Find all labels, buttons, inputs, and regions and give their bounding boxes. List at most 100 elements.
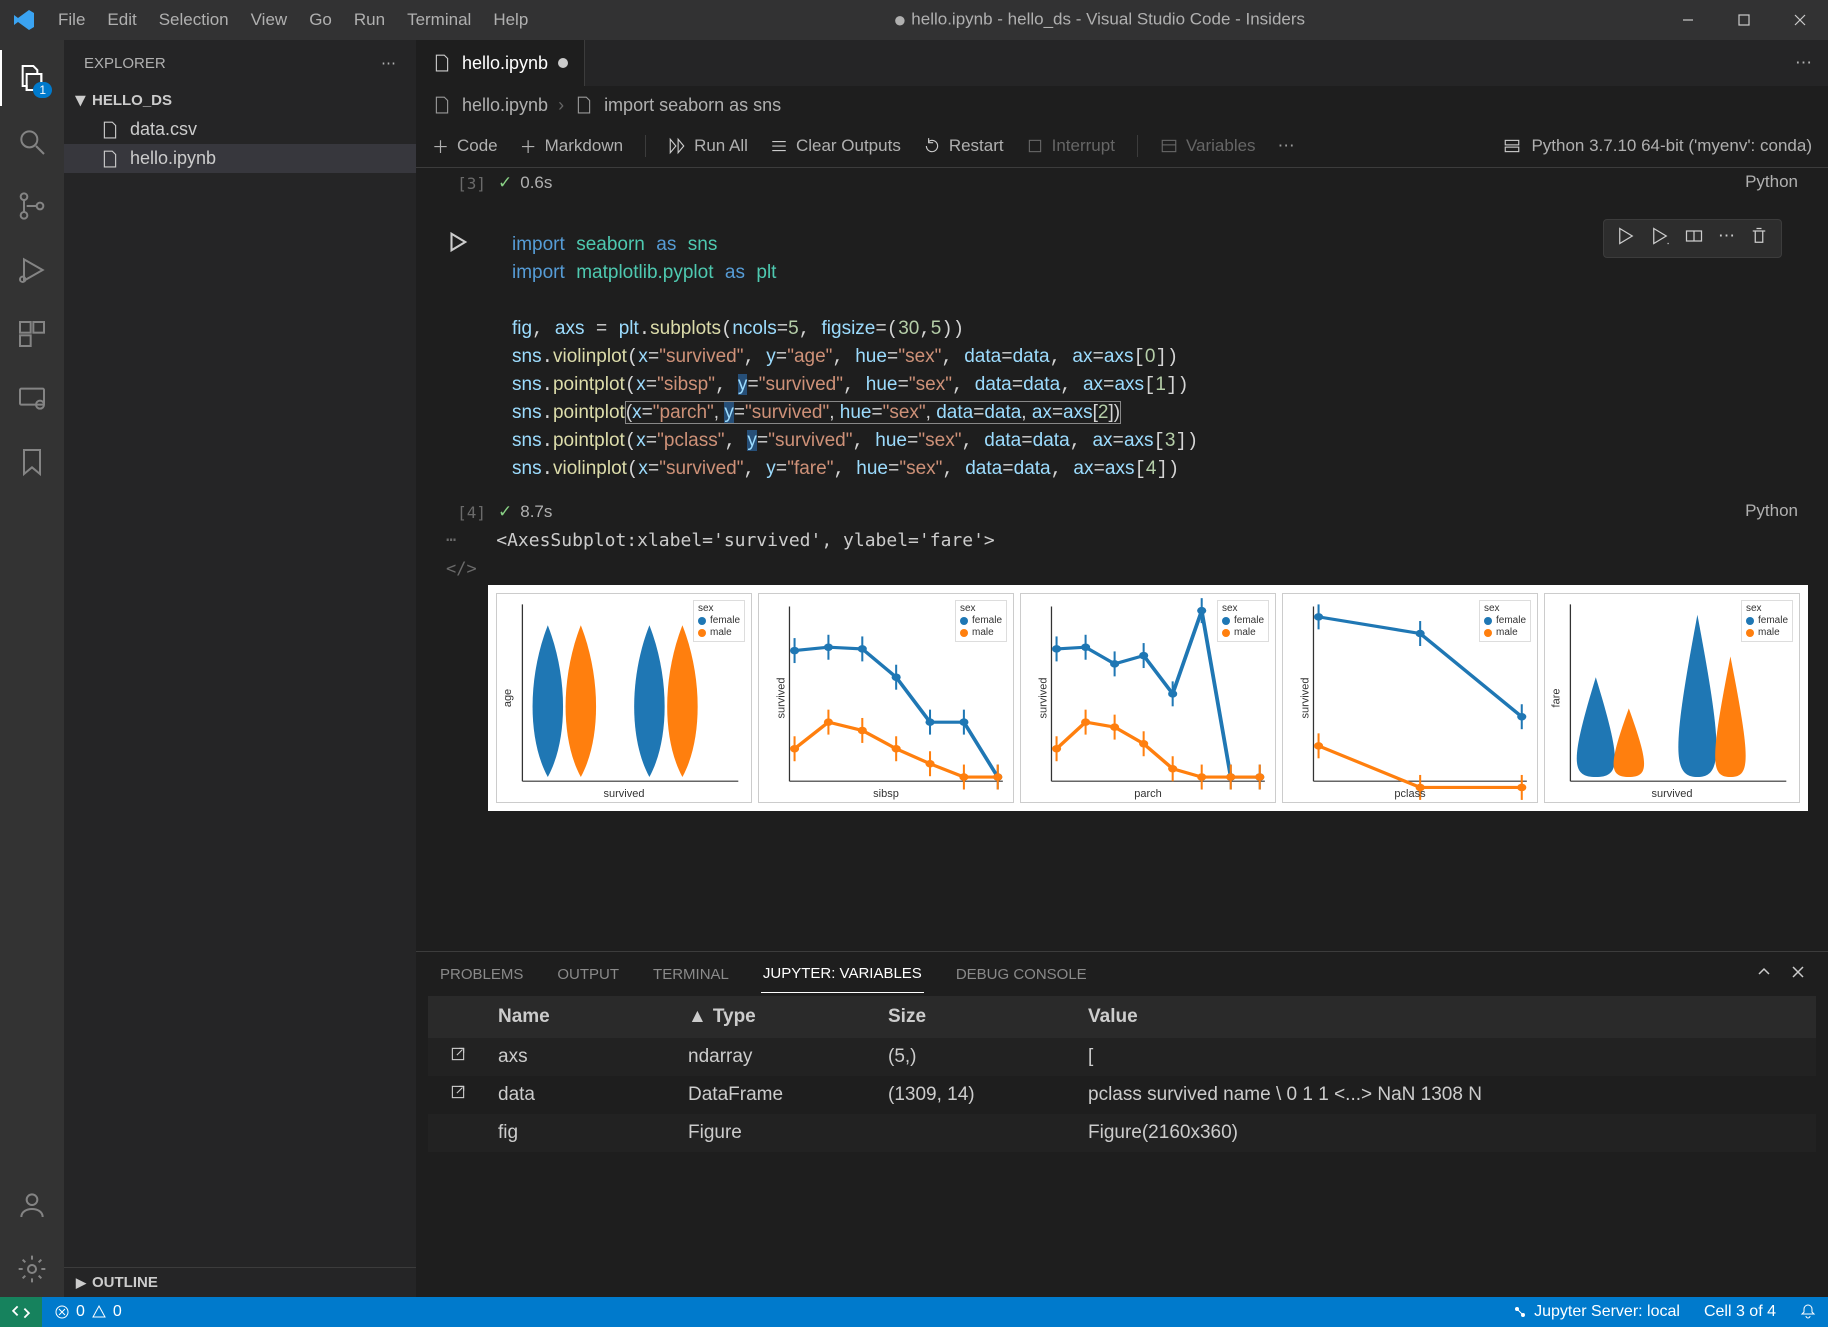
editor-tabs: hello.ipynb ⋯	[416, 40, 1828, 86]
maximize-button[interactable]	[1716, 0, 1772, 40]
activity-settings[interactable]	[0, 1241, 64, 1297]
add-code-button[interactable]: ＋Code	[432, 133, 498, 158]
panel-tab-debug-console[interactable]: DEBUG CONSOLE	[954, 956, 1089, 993]
vscode-logo-icon	[12, 8, 36, 32]
cell-language[interactable]: Python	[1745, 501, 1808, 522]
breadcrumbs[interactable]: hello.ipynb › import seaborn as sns	[416, 86, 1828, 124]
remote-button[interactable]	[0, 1297, 42, 1327]
clear-outputs-button[interactable]: Clear Outputs	[770, 136, 901, 156]
status-problems[interactable]: 0 0	[42, 1297, 134, 1327]
cell-more-icon[interactable]: ⋯	[1718, 226, 1735, 251]
col-value[interactable]: Value	[1078, 1006, 1816, 1028]
variables-table: Name ▲Type Size Value axsndarray(5,)[dat…	[416, 996, 1828, 1152]
restart-button[interactable]: Restart	[923, 136, 1004, 156]
success-icon: ✓	[498, 502, 512, 522]
toolbar-more-icon[interactable]: ⋯	[1278, 136, 1295, 156]
delete-cell-icon[interactable]	[1749, 226, 1769, 251]
run-all-icon	[668, 137, 686, 155]
sort-asc-icon: ▲	[688, 1006, 707, 1028]
server-icon	[1503, 137, 1521, 155]
variable-row[interactable]: axsndarray(5,)[	[428, 1038, 1816, 1076]
panel-tab-output[interactable]: OUTPUT	[555, 956, 621, 993]
menu-selection[interactable]: Selection	[149, 4, 239, 36]
exec-count: [3]	[432, 172, 486, 193]
title-bar: File Edit Selection View Go Run Terminal…	[0, 0, 1828, 40]
activity-search[interactable]	[0, 114, 64, 170]
run-cell-button[interactable]	[446, 231, 468, 258]
output-code-icon[interactable]: </>	[416, 559, 1828, 579]
activity-explorer[interactable]: 1	[0, 50, 64, 106]
panel-close-icon[interactable]	[1790, 964, 1806, 984]
activity-accounts[interactable]	[0, 1177, 64, 1233]
file-icon	[100, 120, 120, 140]
panel-tab-problems[interactable]: PROBLEMS	[438, 956, 525, 993]
more-icon[interactable]: ⋯	[381, 54, 396, 72]
panel-tabs: PROBLEMS OUTPUT TERMINAL JUPYTER: VARIAB…	[416, 952, 1828, 996]
menu-bar: File Edit Selection View Go Run Terminal…	[48, 4, 538, 36]
status-notifications[interactable]	[1788, 1303, 1828, 1319]
variable-row[interactable]: figFigureFigure(2160x360)	[428, 1114, 1816, 1152]
split-cell-icon[interactable]	[1684, 226, 1704, 251]
folder-root[interactable]: ▶ HELLO_DS	[64, 86, 416, 115]
file-hello-ipynb[interactable]: hello.ipynb	[64, 144, 416, 173]
menu-view[interactable]: View	[241, 4, 298, 36]
cell-status: ✓ 8.7s	[498, 501, 552, 522]
editor-area: hello.ipynb ⋯ hello.ipynb › import seabo…	[416, 40, 1828, 1297]
col-name[interactable]: Name	[488, 1006, 678, 1028]
activity-remote-explorer[interactable]	[0, 370, 64, 426]
symbol-icon	[574, 95, 594, 115]
file-icon	[432, 53, 452, 73]
minimize-button[interactable]	[1660, 0, 1716, 40]
menu-terminal[interactable]: Terminal	[397, 4, 481, 36]
breadcrumb-sep-icon: ›	[558, 95, 564, 116]
plot-output: sexfemalemale age survived sexfemalemale…	[488, 585, 1808, 811]
window-title: ● hello.ipynb - hello_ds - Visual Studio…	[538, 7, 1660, 33]
text-output: <AxesSubplot:xlabel='survived', ylabel='…	[456, 526, 995, 559]
panel-maximize-icon[interactable]	[1756, 964, 1772, 984]
interrupt-icon	[1026, 137, 1044, 155]
cell-toolbar: ⋯	[1603, 219, 1782, 258]
output-collapse-icon[interactable]: …	[416, 526, 456, 559]
dirty-indicator-icon: ●	[893, 7, 906, 32]
restart-icon	[923, 137, 941, 155]
chevron-right-icon: ▶	[76, 1275, 86, 1291]
cell-language[interactable]: Python	[1745, 172, 1808, 193]
panel-tab-terminal[interactable]: TERMINAL	[651, 956, 731, 993]
menu-run[interactable]: Run	[344, 4, 395, 36]
variables-button[interactable]: Variables	[1160, 136, 1256, 156]
menu-edit[interactable]: Edit	[97, 4, 146, 36]
col-type[interactable]: ▲Type	[678, 1006, 878, 1028]
activity-source-control[interactable]	[0, 178, 64, 234]
interrupt-button[interactable]: Interrupt	[1026, 136, 1115, 156]
status-jupyter-server[interactable]: Jupyter Server: local	[1500, 1303, 1692, 1321]
close-button[interactable]	[1772, 0, 1828, 40]
popout-icon[interactable]	[449, 1083, 467, 1107]
activity-bookmark[interactable]	[0, 434, 64, 490]
menu-go[interactable]: Go	[299, 4, 342, 36]
variable-row[interactable]: dataDataFrame(1309, 14)pclass survived n…	[428, 1076, 1816, 1114]
outline-section[interactable]: ▶ OUTLINE	[64, 1268, 416, 1297]
status-cell-position[interactable]: Cell 3 of 4	[1692, 1303, 1788, 1321]
menu-file[interactable]: File	[48, 4, 95, 36]
explorer-badge: 1	[33, 82, 52, 98]
col-size[interactable]: Size	[878, 1006, 1078, 1028]
editor-tab-hello[interactable]: hello.ipynb	[416, 40, 585, 86]
run-cell-icon[interactable]	[1616, 226, 1636, 251]
plot-violin-age: sexfemalemale age survived	[496, 593, 752, 803]
panel-tab-jupyter-variables[interactable]: JUPYTER: VARIABLES	[761, 955, 924, 993]
success-icon: ✓	[498, 173, 512, 193]
run-by-line-icon[interactable]	[1650, 226, 1670, 251]
activity-run-debug[interactable]	[0, 242, 64, 298]
plot-violin-fare: sexfemalemale fare survived	[1544, 593, 1800, 803]
notebook-body[interactable]: [3] ✓ 0.6s Python ⋯ import seaborn as sn…	[416, 168, 1828, 951]
activity-extensions[interactable]	[0, 306, 64, 362]
kernel-picker[interactable]: Python 3.7.10 64-bit ('myenv': conda)	[1531, 136, 1812, 156]
menu-help[interactable]: Help	[483, 4, 538, 36]
add-markdown-button[interactable]: ＋Markdown	[520, 133, 623, 158]
popout-icon[interactable]	[449, 1045, 467, 1069]
file-data-csv[interactable]: data.csv	[64, 115, 416, 144]
run-all-button[interactable]: Run All	[668, 136, 748, 156]
tab-more-icon[interactable]: ⋯	[1795, 53, 1812, 73]
code-cell[interactable]: import seaborn as sns import matplotlib.…	[488, 223, 1808, 491]
plot-point-pclass: sexfemalemale survived pclass	[1282, 593, 1538, 803]
